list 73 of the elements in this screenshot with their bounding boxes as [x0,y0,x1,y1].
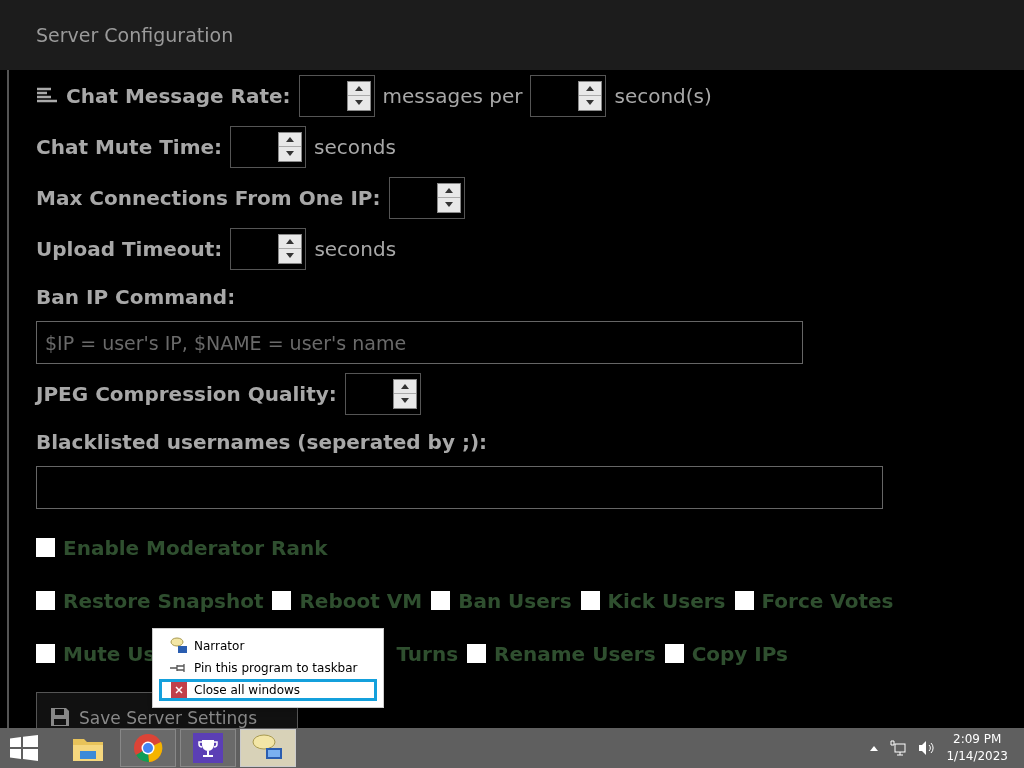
spin-buttons[interactable] [346,80,371,111]
pin-icon [170,663,188,673]
down-arrow-icon [354,100,363,106]
up-arrow-icon [286,136,295,142]
checkbox[interactable] [272,591,292,610]
number-field[interactable] [388,176,465,219]
spin-buttons[interactable] [278,233,303,264]
spin-buttons[interactable] [436,182,461,213]
chrome-icon [133,733,163,763]
number-field[interactable] [230,125,307,168]
checkbox-label: Force Votes [761,587,894,615]
menu-item[interactable]: Pin this program to taskbar [159,657,377,679]
checkbox-label: Restore Snapshot [63,587,264,615]
taskbar-button[interactable] [120,729,176,767]
up-arrow-icon [400,383,409,389]
header-title: Server Configuration [36,22,234,48]
windows-logo-icon[interactable] [10,735,38,761]
checkbox[interactable] [36,644,55,663]
up-arrow-icon [444,187,453,193]
text-field[interactable]: $IP = user's IP, $NAME = user's name [36,321,803,364]
checkbox[interactable] [431,591,451,610]
field-label: Max Connections From One IP: [36,184,381,212]
menu-item[interactable]: Close all windows [159,679,377,701]
text-field[interactable] [36,466,883,509]
spin-buttons[interactable] [578,80,603,111]
checkbox-label: Copy IPs [691,640,788,668]
unit-label: seconds [314,133,396,161]
up-arrow-icon [286,238,295,244]
speech-bubble-computer-icon [170,637,188,655]
field-label: JPEG Compression Quality: [36,380,337,408]
taskbar-button[interactable] [180,729,236,767]
checkbox-label: Ban Users [458,587,572,615]
number-field[interactable] [344,372,421,415]
down-arrow-icon [444,202,453,208]
field-label: Ban IP Command: [36,284,237,311]
down-arrow-icon [286,151,295,157]
unit-label: seconds [314,235,397,263]
field-label: Chat Mute Time: [36,133,223,161]
field-label: Chat Message Rate: [66,82,291,110]
number-field[interactable] [530,74,607,117]
network-icon[interactable] [890,740,907,756]
checkbox-label: Turns [396,640,459,668]
taskbar-button[interactable] [240,729,296,767]
number-field[interactable] [230,227,307,270]
spin-buttons[interactable] [392,378,417,409]
show-hidden-icons-icon[interactable] [870,745,879,751]
unit-label: second(s) [614,82,712,110]
up-arrow-icon [586,85,595,91]
checkbox-label: Kick Users [607,587,726,615]
down-arrow-icon [586,100,595,106]
checkbox-label: Reboot VM [299,587,423,615]
spin-buttons[interactable] [278,131,303,162]
checkbox[interactable] [36,591,55,610]
number-field[interactable] [298,74,375,117]
align-left-icon [36,86,58,105]
checkbox[interactable] [734,591,754,610]
checkbox[interactable] [467,644,487,663]
field-label: Upload Timeout: [36,235,223,263]
checkbox[interactable] [664,644,684,663]
menu-item[interactable]: Narrator [159,635,377,657]
close-icon [171,682,187,698]
trophy-icon [193,733,223,763]
down-arrow-icon [400,398,409,404]
up-arrow-icon [354,85,363,91]
unit-label: messages per [382,82,523,110]
down-arrow-icon [286,253,295,259]
speaker-icon[interactable] [918,740,935,756]
field-label: Blacklisted usernames (seperated by ;): [36,429,489,456]
checkbox-label: Enable Moderator Rank [63,534,328,562]
checkbox[interactable] [580,591,600,610]
checkbox[interactable] [36,538,55,557]
clock[interactable]: 2:09 PM 1/14/2023 [946,731,1008,765]
checkbox-label: Rename Users [494,640,656,668]
